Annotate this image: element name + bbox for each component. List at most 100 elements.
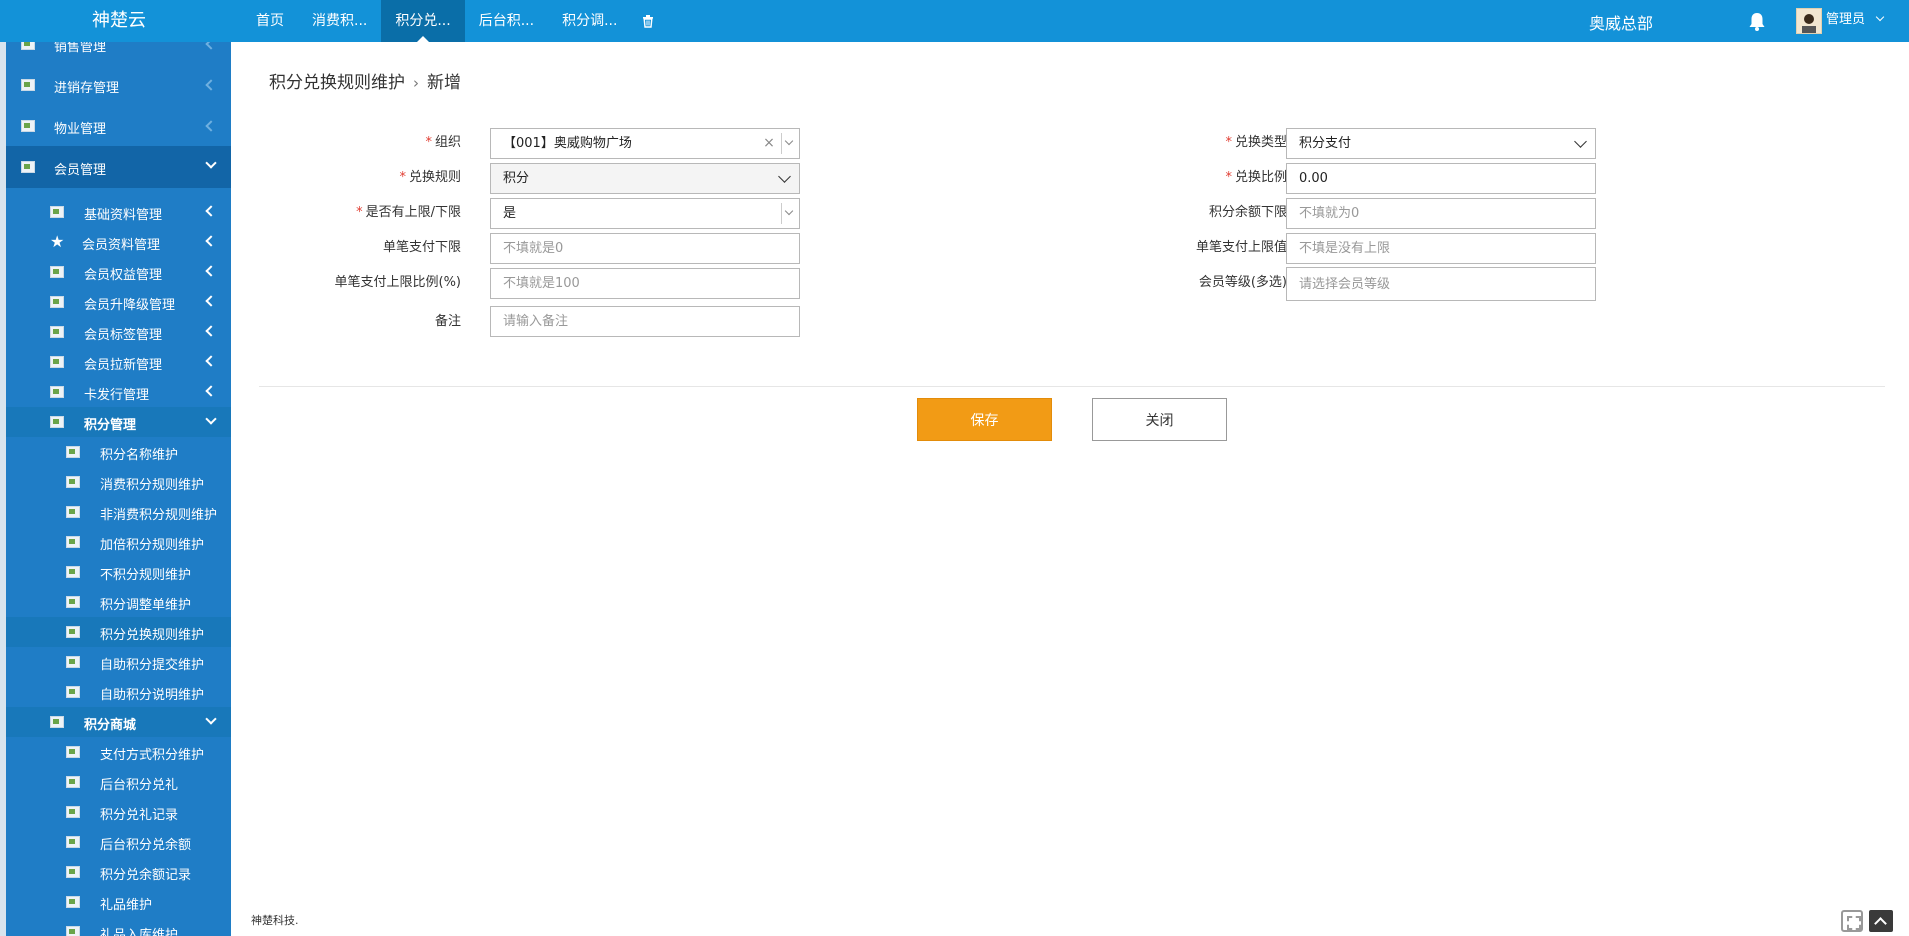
user-menu[interactable]: 管理员 (1826, 0, 1885, 42)
divider (781, 203, 782, 224)
brand-logo[interactable]: 神楚云 (0, 0, 230, 42)
image-icon (66, 896, 80, 908)
chevron-left-icon (205, 79, 217, 91)
breadcrumb-current: 新增 (427, 73, 461, 93)
sidebar-item-member[interactable]: 会员管理 (6, 146, 231, 188)
sidebar-item-pay-points[interactable]: 支付方式积分维护 (6, 737, 231, 767)
image-icon (66, 626, 80, 638)
sidebar-item-consume-rule[interactable]: 消费积分规则维护 (6, 467, 231, 497)
sidebar-item-exchange-rule[interactable]: 积分兑换规则维护 (6, 617, 231, 647)
sidebar-item-label: 后台积分兑余额 (100, 838, 192, 853)
single-max-ratio-input[interactable] (490, 268, 800, 299)
fullscreen-icon[interactable] (1841, 910, 1863, 932)
sidebar-item-card-issue[interactable]: 卡发行管理 (6, 377, 231, 407)
close-button[interactable]: 关闭 (1092, 398, 1227, 441)
sidebar-item-member-tags[interactable]: 会员标签管理 (6, 317, 231, 347)
single-max-ratio-label: 单笔支付上限比例(%) (334, 275, 462, 290)
exchange-type-select[interactable]: 积分支付 (1286, 128, 1596, 159)
sidebar-item-label: 积分商城 (84, 718, 137, 733)
sidebar-item-gift-redeem[interactable]: 后台积分兑礼 (6, 767, 231, 797)
exchange-ratio-input[interactable] (1286, 163, 1596, 194)
exchange-ratio-label: * 兑换比例 (1225, 170, 1287, 185)
sidebar-item-points[interactable]: 积分管理 (6, 407, 231, 437)
image-icon (21, 79, 35, 91)
sidebar-item-label: 积分管理 (84, 418, 137, 433)
exchange-type-label: * 兑换类型 (1225, 135, 1287, 150)
single-max-input[interactable] (1286, 233, 1596, 264)
sidebar-item-label: 卡发行管理 (84, 388, 150, 403)
has-limit-select[interactable]: 是 (490, 198, 800, 229)
sidebar-item-balance-redeem[interactable]: 后台积分兑余额 (6, 827, 231, 857)
divider (259, 386, 1885, 387)
sidebar-item-inventory[interactable]: 进销存管理 (6, 69, 231, 101)
image-icon (66, 536, 80, 548)
chevron-left-icon (205, 235, 217, 247)
chevron-down-icon (205, 157, 217, 169)
sidebar-item-label: 积分名称维护 (100, 448, 179, 463)
sidebar-item-member-data[interactable]: ★ 会员资料管理 (6, 227, 231, 257)
chevron-down-icon (205, 413, 217, 425)
main-content: 积分兑换规则维护 › 新增 * 组织 * 兑换规则 * 是否有上限/下限 单笔支付下限 单… (231, 42, 1909, 936)
sidebar-item-self-submit[interactable]: 自助积分提交维护 (6, 647, 231, 677)
sidebar-item-label: 消费积分规则维护 (100, 478, 205, 493)
sidebar-item-label: 后台积分兑礼 (100, 778, 179, 793)
tab-home[interactable]: 首页 (242, 0, 298, 42)
sidebar-item-points-mall[interactable]: 积分商城 (6, 707, 231, 737)
remark-input[interactable] (490, 306, 800, 337)
avatar[interactable] (1796, 8, 1822, 34)
sidebar-item-label: 礼品维护 (100, 898, 153, 913)
sidebar-item-sales[interactable]: 销售管理 (6, 42, 231, 60)
star-icon: ★ (50, 232, 65, 251)
sidebar-item-gift-maintain[interactable]: 礼品维护 (6, 887, 231, 917)
single-min-input[interactable] (490, 233, 800, 264)
org-select[interactable]: 【001】奥威购物广场 × (490, 128, 800, 159)
org-label: * 组织 (425, 135, 461, 150)
sidebar-item-label: 自助积分提交维护 (100, 658, 205, 673)
rule-select-value: 积分 (503, 171, 530, 186)
bell-icon[interactable] (1748, 12, 1768, 32)
image-icon (50, 386, 64, 398)
sidebar-item-nonconsume-rule[interactable]: 非消费积分规则维护 (6, 497, 231, 527)
has-limit-value: 是 (503, 206, 517, 221)
sidebar-item-member-rights[interactable]: 会员权益管理 (6, 257, 231, 287)
chevron-down-icon (778, 170, 791, 183)
rule-select[interactable]: 积分 (490, 163, 800, 194)
chevron-left-icon (205, 120, 217, 132)
sidebar-item-gift-records[interactable]: 积分兑礼记录 (6, 797, 231, 827)
image-icon (66, 506, 80, 518)
org-name[interactable]: 奥威总部 (1560, 0, 1682, 42)
sidebar-item-label: 不积分规则维护 (100, 568, 192, 583)
breadcrumb-parent[interactable]: 积分兑换规则维护 (269, 73, 405, 93)
sidebar-item-member-acquire[interactable]: 会员拉新管理 (6, 347, 231, 377)
tab-backend-points[interactable]: 后台积... (465, 0, 548, 42)
sidebar-item-member-upgrade[interactable]: 会员升降级管理 (6, 287, 231, 317)
save-button[interactable]: 保存 (917, 398, 1052, 441)
chevron-down-icon (1574, 135, 1587, 148)
sidebar-item-gift-stockin[interactable]: 礼品入库维护 (6, 917, 231, 936)
image-icon (66, 836, 80, 848)
image-icon (66, 566, 80, 578)
sidebar-item-no-points-rule[interactable]: 不积分规则维护 (6, 557, 231, 587)
sidebar-item-label: 自助积分说明维护 (100, 688, 205, 703)
image-icon (21, 42, 35, 50)
trash-icon[interactable] (631, 0, 665, 42)
chevron-down-icon (784, 136, 794, 146)
image-icon (66, 866, 80, 878)
member-level-input[interactable] (1286, 267, 1596, 301)
sidebar-item-basic-data[interactable]: 基础资料管理 (6, 197, 231, 227)
sidebar-item-label: 积分调整单维护 (100, 598, 192, 613)
scroll-top-icon[interactable] (1869, 910, 1893, 932)
sidebar-item-balance-records[interactable]: 积分兑余额记录 (6, 857, 231, 887)
image-icon (66, 446, 80, 458)
image-icon (66, 476, 80, 488)
sidebar-item-property[interactable]: 物业管理 (6, 110, 231, 142)
sidebar-item-adjust[interactable]: 积分调整单维护 (6, 587, 231, 617)
sidebar-item-double-rule[interactable]: 加倍积分规则维护 (6, 527, 231, 557)
sidebar-item-self-desc[interactable]: 自助积分说明维护 (6, 677, 231, 707)
balance-min-input[interactable] (1286, 198, 1596, 229)
tab-consume-points[interactable]: 消费积... (298, 0, 381, 42)
sidebar-item-points-name[interactable]: 积分名称维护 (6, 437, 231, 467)
tab-points-exchange[interactable]: 积分兑... (381, 0, 465, 42)
clear-icon[interactable]: × (761, 129, 777, 158)
tab-points-adjust[interactable]: 积分调... (548, 0, 631, 42)
